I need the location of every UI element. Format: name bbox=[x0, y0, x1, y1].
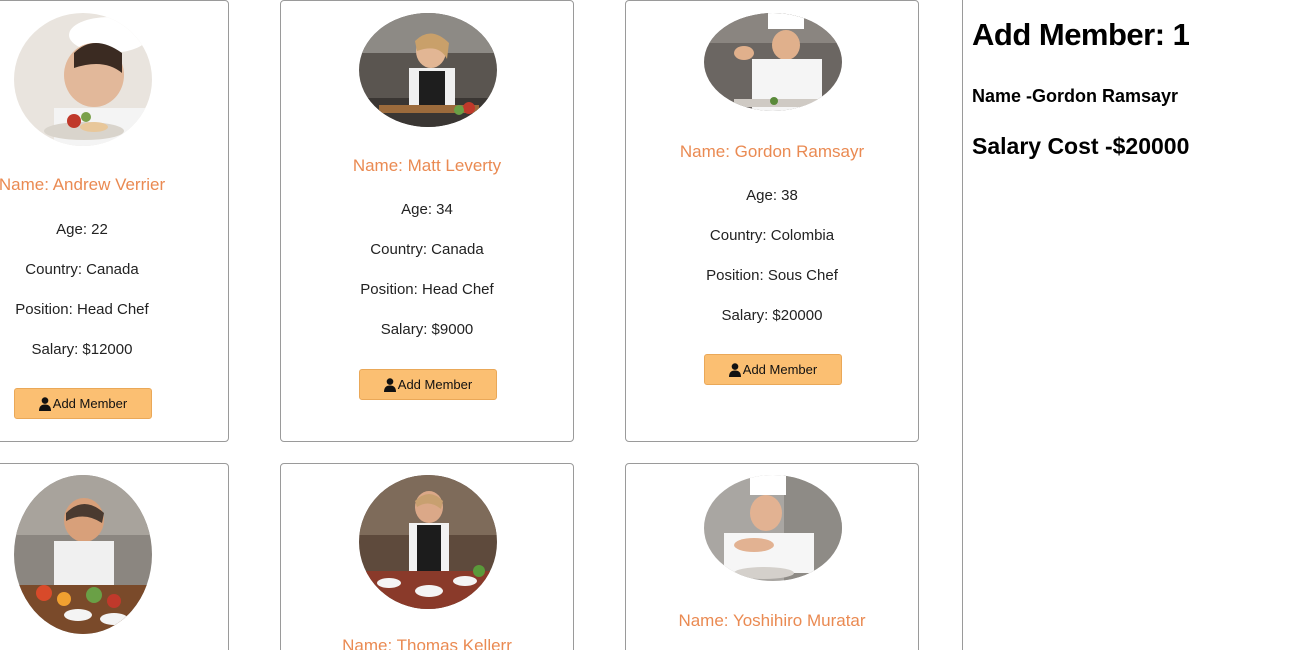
member-photo bbox=[704, 475, 842, 581]
add-member-button[interactable]: Add Member bbox=[359, 369, 497, 400]
add-member-label: Add Member bbox=[52, 396, 128, 411]
member-position: Position: Head Chef bbox=[360, 281, 494, 298]
member-photo bbox=[14, 475, 152, 634]
member-name: Name: Andrew Verrier bbox=[0, 175, 166, 194]
add-member-button[interactable]: Add Member bbox=[704, 354, 842, 385]
user-icon bbox=[728, 362, 741, 377]
member-position: Position: Sous Chef bbox=[706, 267, 838, 284]
member-photo bbox=[359, 13, 497, 127]
member-age: Age: 38 bbox=[746, 187, 798, 204]
member-card: Name: Thomas Kellerr bbox=[280, 463, 574, 650]
member-country: Country: Canada bbox=[25, 261, 139, 278]
member-photo bbox=[704, 13, 842, 111]
member-name: Name: Gordon Ramsayr bbox=[679, 142, 865, 161]
member-card: Name: Gordon Ramsayr Age: 38 Country: Co… bbox=[625, 0, 919, 442]
member-salary: Salary: $9000 bbox=[380, 321, 474, 338]
sidebar-divider bbox=[962, 0, 963, 650]
salary-cost-total: Salary Cost -$20000 bbox=[972, 133, 1190, 159]
add-member-label: Add Member bbox=[742, 362, 818, 377]
user-icon bbox=[383, 377, 396, 392]
member-name: Name: Matt Leverty bbox=[352, 156, 502, 175]
member-age: Age: 22 bbox=[56, 221, 108, 238]
member-country: Country: Colombia bbox=[709, 227, 835, 244]
page: Name: Andrew Verrier Age: 22 Country: Ca… bbox=[0, 0, 1305, 650]
add-member-label: Add Member bbox=[397, 377, 473, 392]
member-photo bbox=[14, 13, 152, 146]
member-country: Country: Canada bbox=[370, 241, 484, 258]
member-card: Name: Matt Leverty Age: 34 Country: Cana… bbox=[280, 0, 574, 442]
member-name: Name: Yoshihiro Muratar bbox=[678, 611, 866, 630]
member-photo bbox=[359, 475, 497, 609]
member-age: Age: 34 bbox=[401, 201, 453, 218]
user-icon bbox=[38, 396, 51, 411]
member-count-heading: Add Member: 1 bbox=[972, 17, 1190, 52]
member-name: Name: Thomas Kellerr bbox=[342, 636, 512, 650]
member-position: Position: Head Chef bbox=[15, 301, 149, 318]
member-salary: Salary: $20000 bbox=[721, 307, 823, 324]
member-salary: Salary: $12000 bbox=[31, 341, 133, 358]
member-card: Name: Yoshihiro Muratar bbox=[625, 463, 919, 650]
selected-member-name: Name -Gordon Ramsayr bbox=[972, 86, 1179, 106]
member-card: Name: Andrew Verrier Age: 22 Country: Ca… bbox=[0, 0, 229, 442]
add-member-button[interactable]: Add Member bbox=[14, 388, 152, 419]
member-card bbox=[0, 463, 229, 650]
